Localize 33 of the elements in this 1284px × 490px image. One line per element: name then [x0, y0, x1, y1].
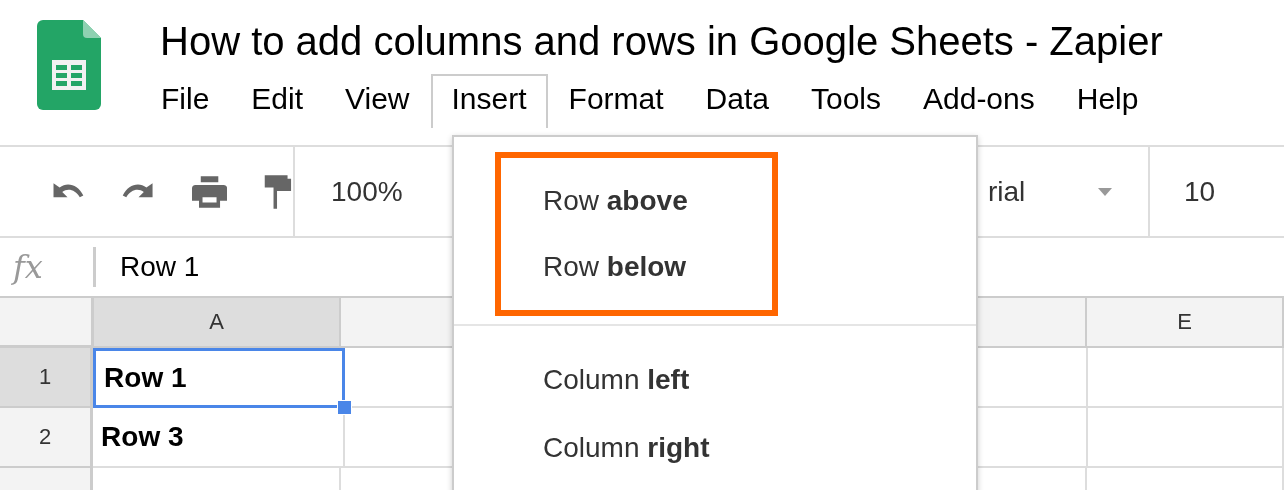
table-cell[interactable]: Row 1	[93, 348, 346, 408]
menu-item[interactable]: View	[324, 74, 431, 128]
corner-cell[interactable]	[0, 298, 94, 348]
menu-item[interactable]: Data	[684, 74, 790, 128]
menu-item[interactable]: File	[140, 74, 231, 128]
document-title[interactable]: How to add columns and rows in Google Sheets - Zapier	[160, 16, 1163, 66]
menu-option[interactable]: Column right	[454, 414, 976, 482]
menu-item[interactable]: Tools	[789, 74, 902, 128]
paint-roller-icon[interactable]	[263, 172, 293, 211]
table-cell[interactable]	[1087, 348, 1284, 408]
print-icon[interactable]	[192, 173, 228, 210]
menu-item[interactable]: Help	[1055, 74, 1160, 128]
font-dropdown[interactable]: rial	[988, 175, 1098, 208]
menu-item[interactable]: Add-ons	[902, 74, 1056, 128]
zoom-dropdown[interactable]: 100%	[331, 175, 411, 208]
menu-item[interactable]: Insert	[430, 74, 548, 128]
menu-option[interactable]: Column left	[454, 346, 976, 414]
table-cell[interactable]: Row 3	[93, 408, 346, 468]
column-header[interactable]: A	[93, 298, 342, 348]
menu-option[interactable]: Row above	[501, 168, 772, 234]
formula-label: fx	[13, 248, 44, 286]
table-cell[interactable]	[1087, 408, 1284, 468]
row-header[interactable]: 2	[0, 408, 94, 468]
sheets-logo-icon	[37, 20, 101, 110]
menu-option[interactable]: Row below	[501, 234, 772, 300]
column-header[interactable]: E	[1087, 298, 1284, 348]
font-size-dropdown[interactable]: 10	[1184, 175, 1216, 208]
fill-handle[interactable]	[337, 400, 353, 415]
row-header[interactable]: 1	[0, 348, 94, 408]
formula-input[interactable]: Row 1	[120, 251, 200, 283]
menu-item[interactable]: Edit	[230, 74, 325, 128]
caret-icon[interactable]	[1098, 187, 1112, 196]
menu-item[interactable]: Format	[547, 74, 685, 128]
